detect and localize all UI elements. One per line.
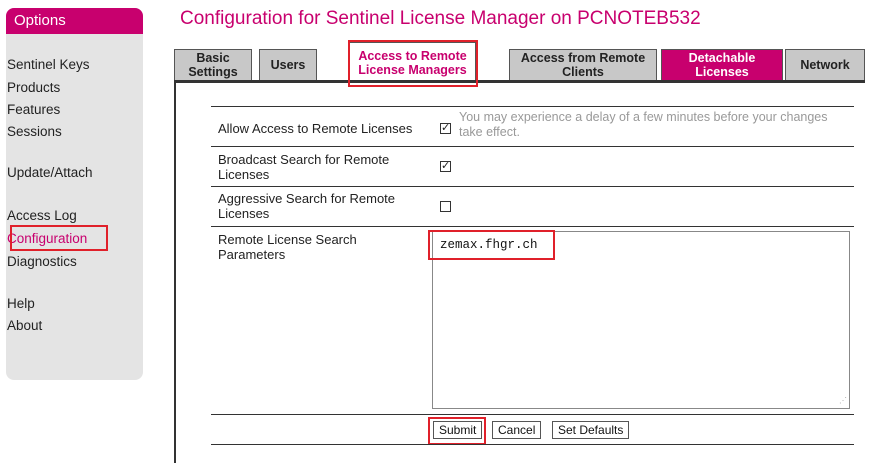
sidebar-item-features[interactable]: Features — [7, 101, 60, 119]
broadcast-search-checkbox[interactable]: ✓ — [440, 161, 451, 172]
tab-network[interactable]: Network — [785, 49, 865, 80]
tab-basic-settings[interactable]: Basic Settings — [174, 49, 252, 80]
set-defaults-button[interactable]: Set Defaults — [552, 421, 630, 439]
sidebar-item-update-attach[interactable]: Update/Attach — [7, 164, 93, 182]
sidebar-item-diagnostics[interactable]: Diagnostics — [7, 253, 77, 271]
aggressive-search-checkbox[interactable] — [440, 201, 451, 212]
tab-access-from-remote-clients[interactable]: Access from Remote Clients — [509, 49, 657, 80]
tab-users[interactable]: Users — [259, 49, 317, 80]
sidebar-item-about[interactable]: About — [7, 317, 42, 335]
row-divider — [211, 444, 854, 445]
cancel-button[interactable]: Cancel — [492, 421, 542, 439]
sidebar-item-sentinel-keys[interactable]: Sentinel Keys — [7, 56, 90, 74]
allow-access-label: Allow Access to Remote Licenses — [218, 121, 413, 136]
tab-bar-divider — [174, 80, 865, 83]
allow-access-hint: You may experience a delay of a few minu… — [459, 110, 828, 139]
row-divider — [211, 106, 854, 107]
search-params-value: zemax.fhgr.ch — [440, 238, 538, 252]
page-title: Configuration for Sentinel License Manag… — [180, 8, 701, 29]
tab-access-to-remote-license-managers[interactable]: Access to Remote License Managers — [349, 42, 476, 83]
sidebar-title: Options — [6, 8, 143, 34]
allow-access-checkbox[interactable]: ✓ — [440, 123, 451, 134]
row-divider — [211, 414, 854, 415]
sidebar-item-access-log[interactable]: Access Log — [7, 207, 77, 225]
tab-detachable-licenses[interactable]: Detachable Licenses — [661, 49, 783, 80]
sidebar-item-products[interactable]: Products — [7, 79, 60, 97]
row-divider — [211, 146, 854, 147]
sidebar-item-configuration[interactable]: Configuration — [7, 230, 87, 248]
content-frame-left-edge — [174, 83, 176, 463]
broadcast-search-label: Broadcast Search for Remote Licenses — [218, 152, 390, 182]
search-params-textarea[interactable]: zemax.fhgr.ch ⋰ — [432, 231, 850, 409]
aggressive-search-label: Aggressive Search for Remote Licenses — [218, 191, 396, 221]
sidebar-item-sessions[interactable]: Sessions — [7, 123, 62, 141]
search-params-label: Remote License Search Parameters — [218, 232, 357, 262]
sidebar-item-help[interactable]: Help — [7, 295, 35, 313]
row-divider — [211, 226, 854, 227]
resize-grip-icon[interactable]: ⋰ — [839, 398, 847, 406]
row-divider — [211, 186, 854, 187]
submit-button[interactable]: Submit — [433, 421, 483, 439]
